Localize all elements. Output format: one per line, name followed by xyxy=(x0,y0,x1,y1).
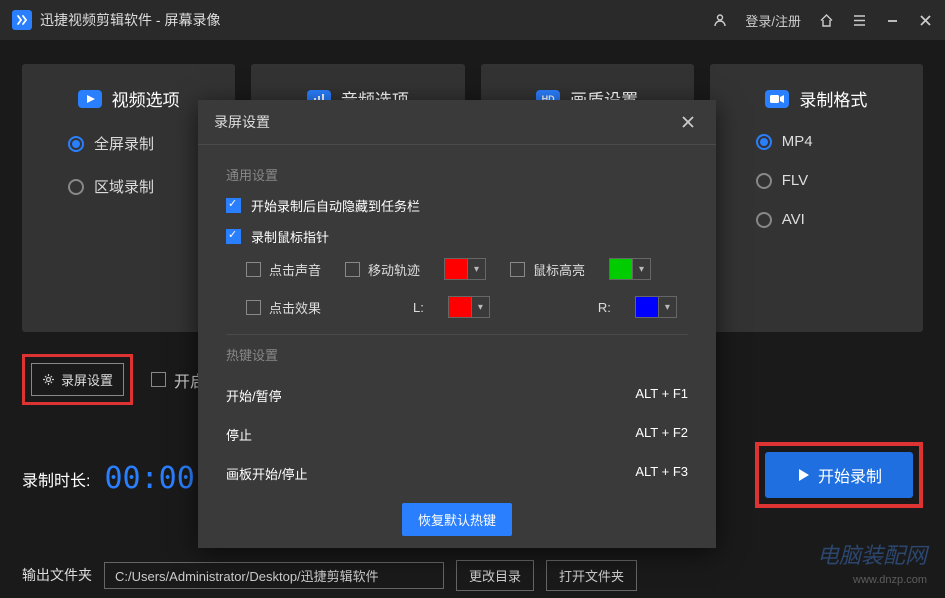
highlight-settings-box: 录屏设置 xyxy=(22,354,133,405)
app-title: 迅捷视频剪辑软件 - 屏幕录像 xyxy=(40,10,220,30)
checkbox-icon xyxy=(151,372,166,387)
card-format-title: 录制格式 xyxy=(732,86,901,111)
chevron-down-icon: ▾ xyxy=(658,297,676,317)
menu-icon[interactable] xyxy=(852,13,867,28)
cb-label: 移动轨迹 xyxy=(368,260,420,279)
camera-icon xyxy=(765,90,789,108)
video-icon xyxy=(78,90,102,108)
dialog-body: 通用设置 开始录制后自动隐藏到任务栏 录制鼠标指针 点击声音 移动轨迹 ▾ xyxy=(198,145,716,536)
card-format-title-text: 录制格式 xyxy=(799,86,867,111)
login-link[interactable]: 登录/注册 xyxy=(745,11,801,30)
chevron-down-icon: ▾ xyxy=(471,297,489,317)
cb-label: 点击声音 xyxy=(269,260,321,279)
color-swatch-green xyxy=(610,259,632,279)
hotkey-name: 开始/暂停 xyxy=(226,386,282,405)
hotkey-row-stop: 停止 ALT + F2 xyxy=(226,415,688,454)
cb-label: 录制鼠标指针 xyxy=(251,227,329,246)
cb-hide-taskbar[interactable]: 开始录制后自动隐藏到任务栏 xyxy=(226,196,688,215)
cb-label: 点击效果 xyxy=(269,298,321,317)
highlight-color-combo[interactable]: ▾ xyxy=(609,258,651,280)
user-icon[interactable] xyxy=(713,13,727,27)
card-format: 录制格式 MP4 FLV AVI xyxy=(710,64,923,332)
hotkey-row-start-pause: 开始/暂停 ALT + F1 xyxy=(226,376,688,415)
color-swatch-red xyxy=(449,297,471,317)
checkbox-icon xyxy=(345,262,360,277)
close-icon xyxy=(680,114,696,130)
hotkey-name: 画板开始/停止 xyxy=(226,464,308,483)
chevron-down-icon: ▾ xyxy=(467,259,485,279)
hotkey-keys: ALT + F3 xyxy=(635,464,688,483)
highlight-start-box: 开始录制 xyxy=(755,442,923,508)
bottom-bar: 输出文件夹 更改目录 打开文件夹 xyxy=(0,552,945,598)
hotkey-name: 停止 xyxy=(226,425,252,444)
start-record-button[interactable]: 开始录制 xyxy=(765,452,913,498)
radio-label: 全屏录制 xyxy=(94,133,154,154)
settings-btn-label: 录屏设置 xyxy=(61,370,113,389)
chevron-down-icon: ▾ xyxy=(632,259,650,279)
left-click-color-combo[interactable]: ▾ xyxy=(448,296,490,318)
cb-click-effect[interactable]: 点击效果 xyxy=(246,298,321,317)
radio-icon xyxy=(756,134,772,150)
color-swatch-red xyxy=(445,259,467,279)
radio-mp4[interactable]: MP4 xyxy=(756,133,901,150)
open-folder-button[interactable]: 打开文件夹 xyxy=(546,560,637,591)
hotkey-section-title: 热键设置 xyxy=(226,345,688,364)
label-R: R: xyxy=(598,300,611,315)
card-video-title-text: 视频选项 xyxy=(112,86,180,111)
recording-settings-dialog: 录屏设置 通用设置 开始录制后自动隐藏到任务栏 录制鼠标指针 点击声音 移动轨迹 xyxy=(198,100,716,548)
hotkey-row-board: 画板开始/停止 ALT + F3 xyxy=(226,454,688,493)
home-icon[interactable] xyxy=(819,13,834,28)
timer-value: 00:00 xyxy=(104,461,194,496)
minimize-icon[interactable] xyxy=(885,13,900,28)
output-label: 输出文件夹 xyxy=(22,565,92,585)
radio-label: 区域录制 xyxy=(94,176,154,197)
start-btn-label: 开始录制 xyxy=(818,463,882,487)
checkbox-icon xyxy=(246,262,261,277)
right-click-color-combo[interactable]: ▾ xyxy=(635,296,677,318)
radio-icon xyxy=(756,173,772,189)
radio-label: FLV xyxy=(782,172,808,189)
close-icon[interactable] xyxy=(918,13,933,28)
title-bar: 迅捷视频剪辑软件 - 屏幕录像 登录/注册 xyxy=(0,0,945,40)
radio-label: AVI xyxy=(782,211,805,228)
cb-mouse-highlight[interactable]: 鼠标高亮 xyxy=(510,260,585,279)
cb-label: 鼠标高亮 xyxy=(533,260,585,279)
titlebar-left: 迅捷视频剪辑软件 - 屏幕录像 xyxy=(12,10,220,30)
recording-settings-button[interactable]: 录屏设置 xyxy=(31,363,124,396)
radio-fullscreen[interactable]: 全屏录制 xyxy=(68,133,213,154)
dialog-title: 录屏设置 xyxy=(214,112,270,132)
card-video-title: 视频选项 xyxy=(44,86,213,111)
restore-default-hotkeys-button[interactable]: 恢复默认热键 xyxy=(402,503,512,536)
radio-label: MP4 xyxy=(782,133,813,150)
output-path-input[interactable] xyxy=(104,562,444,589)
hotkey-keys: ALT + F1 xyxy=(635,386,688,405)
general-section-title: 通用设置 xyxy=(226,165,688,184)
cb-move-trail[interactable]: 移动轨迹 xyxy=(345,260,420,279)
radio-icon xyxy=(756,212,772,228)
radio-avi[interactable]: AVI xyxy=(756,211,901,228)
radio-icon xyxy=(68,136,84,152)
dialog-close-button[interactable] xyxy=(676,110,700,134)
checkbox-icon xyxy=(246,300,261,315)
play-icon xyxy=(796,468,810,482)
checkbox-icon xyxy=(226,198,241,213)
radio-region[interactable]: 区域录制 xyxy=(68,176,213,197)
titlebar-right: 登录/注册 xyxy=(713,11,933,30)
cb-record-cursor[interactable]: 录制鼠标指针 xyxy=(226,227,688,246)
checkbox-icon xyxy=(226,229,241,244)
hotkey-keys: ALT + F2 xyxy=(635,425,688,444)
checkbox-icon xyxy=(510,262,525,277)
trail-color-combo[interactable]: ▾ xyxy=(444,258,486,280)
change-dir-button[interactable]: 更改目录 xyxy=(456,560,534,591)
gear-icon xyxy=(42,373,55,386)
app-logo-icon xyxy=(12,10,32,30)
dialog-header: 录屏设置 xyxy=(198,100,716,145)
color-swatch-blue xyxy=(636,297,658,317)
cb-label: 开始录制后自动隐藏到任务栏 xyxy=(251,196,420,215)
radio-icon xyxy=(68,179,84,195)
cb-click-sound[interactable]: 点击声音 xyxy=(246,260,321,279)
radio-flv[interactable]: FLV xyxy=(756,172,901,189)
timer-label: 录制时长: xyxy=(22,467,90,491)
label-L: L: xyxy=(413,300,424,315)
